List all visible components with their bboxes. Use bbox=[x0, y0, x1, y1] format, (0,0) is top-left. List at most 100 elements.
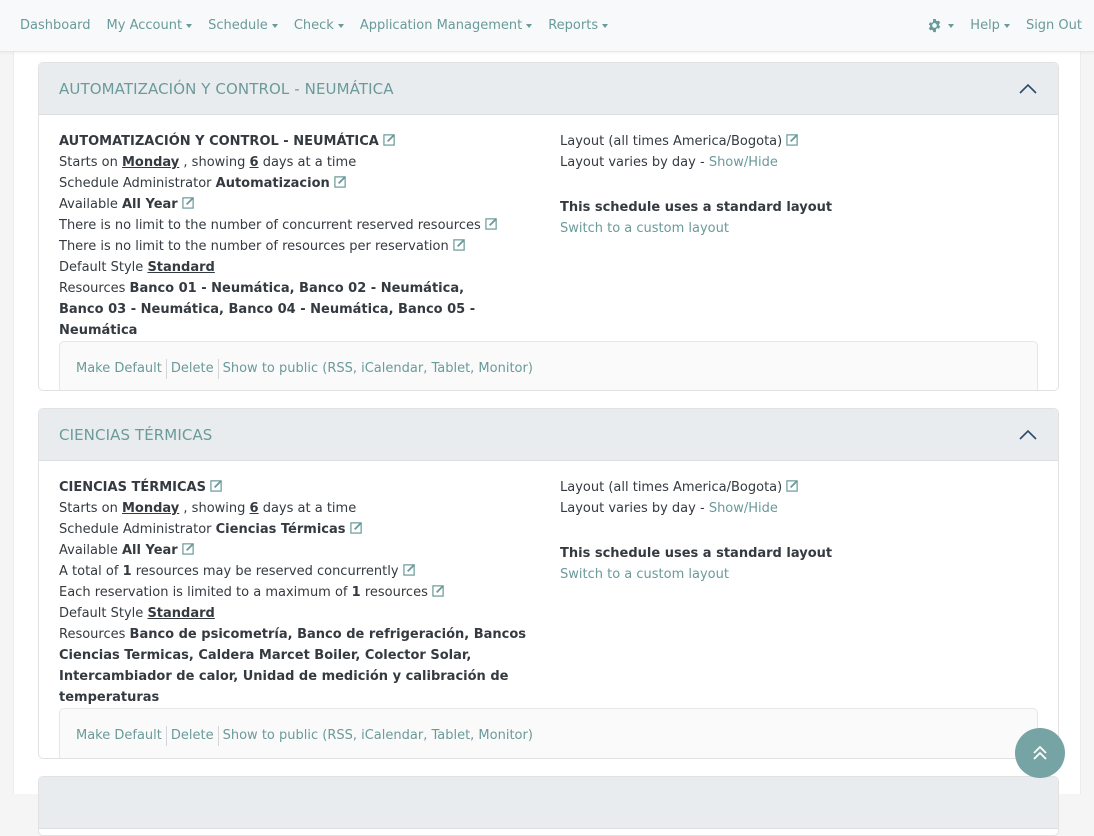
edit-icon[interactable] bbox=[786, 479, 799, 492]
available-label: Available bbox=[59, 543, 118, 558]
schedule-card-header[interactable]: AUTOMATIZACIÓN Y CONTROL - NEUMÁTICA bbox=[39, 63, 1058, 115]
nav-settings[interactable] bbox=[927, 18, 955, 33]
per-reservation-limit-text: There is no limit to the number of resou… bbox=[59, 239, 449, 254]
chevron-up-icon[interactable] bbox=[1018, 82, 1038, 96]
edit-icon[interactable] bbox=[432, 584, 445, 597]
schedule-card: AUTOMATIZACIÓN Y CONTROL - NEUMÁTICA AUT… bbox=[38, 62, 1059, 391]
per-reservation-suffix: resources bbox=[364, 585, 428, 600]
admin-label: Schedule Administrator bbox=[59, 522, 212, 537]
per-reservation-value: 1 bbox=[351, 585, 361, 600]
delete-link[interactable]: Delete bbox=[167, 361, 218, 376]
showing-prefix: , showing bbox=[183, 155, 246, 170]
start-day-link[interactable]: Monday bbox=[122, 155, 179, 170]
edit-icon[interactable] bbox=[349, 521, 363, 534]
schedule-card-title: CIENCIAS TÉRMICAS bbox=[59, 425, 213, 444]
starts-on-row: Starts on Monday , showing 6 days at a t… bbox=[59, 152, 560, 173]
concurrent-suffix: resources may be reserved concurrently bbox=[135, 564, 399, 579]
starts-on-row: Starts on Monday , showing 6 days at a t… bbox=[59, 498, 560, 519]
admin-row: Schedule Administrator Ciencias Térmicas bbox=[59, 519, 560, 540]
schedule-card: CIENCIAS TÉRMICAS CIENCIAS TÉRMICAS Star… bbox=[38, 408, 1059, 759]
start-day-link[interactable]: Monday bbox=[122, 501, 179, 516]
switch-custom-layout-link[interactable]: Switch to a custom layout bbox=[560, 221, 729, 236]
days-visible-link[interactable]: 6 bbox=[250, 501, 259, 516]
layout-row: Layout (all times America/Bogota) bbox=[560, 477, 1038, 498]
schedule-name: CIENCIAS TÉRMICAS bbox=[59, 480, 206, 495]
schedule-name-row: AUTOMATIZACIÓN Y CONTROL - NEUMÁTICA bbox=[59, 131, 560, 152]
schedule-actions-bar: Make Default Delete Show to public (RSS,… bbox=[59, 341, 1038, 390]
default-style-link[interactable]: Standard bbox=[147, 260, 214, 275]
resources-list: Banco de psicometría, Banco de refrigera… bbox=[59, 627, 527, 705]
standard-layout-text: This schedule uses a standard layout bbox=[560, 200, 833, 215]
edit-icon[interactable] bbox=[383, 133, 396, 146]
nav-help[interactable]: Help bbox=[970, 18, 1010, 33]
concurrent-prefix: A total of bbox=[59, 564, 119, 579]
nav-check-label: Check bbox=[293, 18, 334, 33]
default-style-row: Default Style Standard bbox=[59, 257, 560, 278]
edit-icon[interactable] bbox=[402, 563, 416, 576]
standard-layout-text: This schedule uses a standard layout bbox=[560, 546, 833, 561]
layout-varies-row: Layout varies by day - Show/Hide bbox=[560, 498, 1038, 519]
resources-label: Resources bbox=[59, 281, 126, 296]
resources-row: Resources Banco de psicometría, Banco de… bbox=[59, 624, 529, 708]
schedule-card-title: AUTOMATIZACIÓN Y CONTROL - NEUMÁTICA bbox=[59, 79, 394, 98]
caret-down-icon bbox=[186, 24, 193, 28]
show-to-public-link[interactable]: Show to public (RSS, iCalendar, Tablet, … bbox=[219, 728, 537, 743]
nav-my-account-label: My Account bbox=[106, 18, 183, 33]
available-label: Available bbox=[59, 197, 118, 212]
layout-label: Layout (all times America/Bogota) bbox=[560, 134, 783, 149]
schedule-actions-bar: Make Default Delete Show to public (RSS,… bbox=[59, 708, 1038, 758]
nav-sign-out[interactable]: Sign Out bbox=[1026, 18, 1082, 33]
layout-varies-row: Layout varies by day - Show/Hide bbox=[560, 152, 1038, 173]
schedule-card-partial bbox=[38, 776, 1059, 836]
per-reservation-limit-row: Each reservation is limited to a maximum… bbox=[59, 582, 560, 603]
resources-label: Resources bbox=[59, 627, 126, 642]
nav-application-management[interactable]: Application Management bbox=[359, 18, 533, 33]
show-hide-link[interactable]: Show/Hide bbox=[709, 501, 778, 516]
show-to-public-link[interactable]: Show to public (RSS, iCalendar, Tablet, … bbox=[219, 361, 537, 376]
scroll-to-top-button[interactable] bbox=[1015, 728, 1065, 778]
layout-row: Layout (all times America/Bogota) bbox=[560, 131, 1038, 152]
edit-icon[interactable] bbox=[182, 542, 195, 555]
admin-label: Schedule Administrator bbox=[59, 176, 212, 191]
edit-icon[interactable] bbox=[210, 479, 223, 492]
nav-schedule[interactable]: Schedule bbox=[208, 18, 278, 33]
nav-my-account[interactable]: My Account bbox=[107, 18, 193, 33]
available-value: All Year bbox=[121, 543, 178, 558]
edit-icon[interactable] bbox=[786, 133, 799, 146]
edit-icon[interactable] bbox=[334, 175, 347, 188]
showing-suffix: days at a time bbox=[262, 501, 357, 516]
caret-down-icon bbox=[271, 24, 278, 28]
default-style-row: Default Style Standard bbox=[59, 603, 560, 624]
concurrent-limit-text: There is no limit to the number of concu… bbox=[59, 218, 481, 233]
switch-custom-layout-link[interactable]: Switch to a custom layout bbox=[560, 567, 729, 582]
make-default-link[interactable]: Make Default bbox=[76, 728, 166, 743]
nav-reports[interactable]: Reports bbox=[548, 18, 609, 33]
chevron-up-icon[interactable] bbox=[1018, 428, 1038, 442]
available-row: Available All Year bbox=[59, 540, 560, 561]
edit-icon[interactable] bbox=[182, 196, 195, 209]
show-hide-link[interactable]: Show/Hide bbox=[709, 155, 778, 170]
edit-icon[interactable] bbox=[453, 238, 466, 251]
layout-varies-text: Layout varies by day - bbox=[560, 501, 705, 516]
default-style-label: Default Style bbox=[59, 606, 144, 621]
nav-dashboard[interactable]: Dashboard bbox=[20, 18, 91, 33]
caret-down-icon bbox=[1003, 24, 1010, 28]
schedule-card-header[interactable]: CIENCIAS TÉRMICAS bbox=[39, 409, 1058, 461]
showing-suffix: days at a time bbox=[262, 155, 357, 170]
nav-check[interactable]: Check bbox=[294, 18, 344, 33]
per-reservation-limit-row: There is no limit to the number of resou… bbox=[59, 236, 560, 257]
top-navbar: Dashboard My Account Schedule Check Appl… bbox=[0, 0, 1094, 52]
layout-varies-text: Layout varies by day - bbox=[560, 155, 705, 170]
layout-label: Layout (all times America/Bogota) bbox=[560, 480, 783, 495]
available-value: All Year bbox=[121, 197, 178, 212]
default-style-link[interactable]: Standard bbox=[147, 606, 214, 621]
delete-link[interactable]: Delete bbox=[167, 728, 218, 743]
edit-icon[interactable] bbox=[485, 217, 498, 230]
nav-application-management-label: Application Management bbox=[359, 18, 523, 33]
days-visible-link[interactable]: 6 bbox=[250, 155, 259, 170]
per-reservation-prefix: Each reservation is limited to a maximum… bbox=[59, 585, 348, 600]
make-default-link[interactable]: Make Default bbox=[76, 361, 166, 376]
nav-reports-label: Reports bbox=[548, 18, 599, 33]
nav-help-label: Help bbox=[970, 18, 1000, 33]
schedule-card-header[interactable] bbox=[39, 777, 1058, 829]
